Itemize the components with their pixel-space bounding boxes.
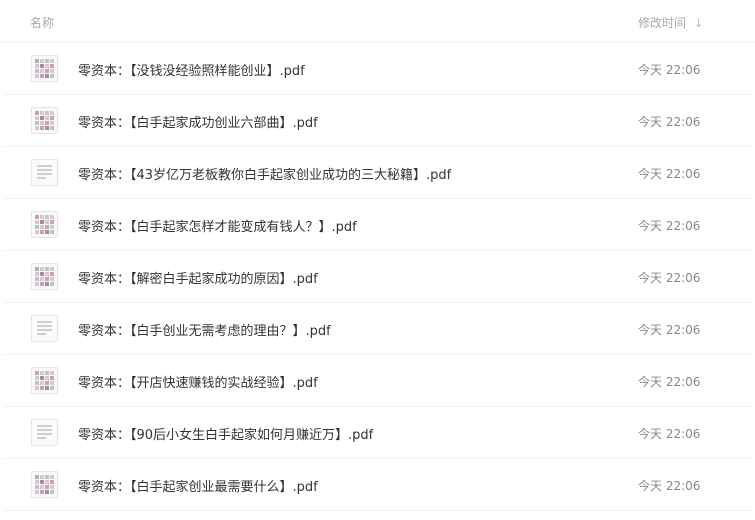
file-modified-time: 今天 22:06 <box>638 375 701 389</box>
file-row[interactable]: 零资本：【白手起家创业最需要什么】.pdf 今天 22:06 <box>4 459 751 511</box>
file-name[interactable]: 零资本：【白手起家成功创业六部曲】.pdf <box>78 112 318 131</box>
pdf-thumbnail-icon[interactable] <box>31 107 58 134</box>
file-name[interactable]: 零资本：【解密白手起家成功的原因】.pdf <box>78 268 318 287</box>
pdf-thumbnail-icon[interactable] <box>31 367 58 394</box>
pdf-thumbnail-icon[interactable] <box>31 263 58 290</box>
file-name[interactable]: 零资本：【90后小女生白手起家如何月赚近万】.pdf <box>78 424 373 443</box>
file-row[interactable]: 零资本：【白手起家成功创业六部曲】.pdf 今天 22:06 <box>4 95 751 147</box>
file-modified-time: 今天 22:06 <box>638 115 701 129</box>
file-modified-time: 今天 22:06 <box>638 271 701 285</box>
file-row[interactable]: 零资本：【白手创业无需考虑的理由？】.pdf 今天 22:06 <box>4 303 751 355</box>
file-list: 名称 修改时间 ↓ 零资本：【没钱没经验照样能创业】.pdf 今天 22:06 零资本… <box>0 0 755 520</box>
file-modified-time: 今天 22:06 <box>638 63 701 77</box>
list-header: 名称 修改时间 ↓ <box>0 0 755 43</box>
file-name[interactable]: 零资本：【开店快速赚钱的实战经验】.pdf <box>78 372 318 391</box>
file-modified-time: 今天 22:06 <box>638 167 701 181</box>
pdf-thumbnail-icon[interactable] <box>31 419 58 446</box>
modified-time-label: 修改时间 <box>638 16 687 30</box>
sort-arrow-down-icon[interactable]: ↓ <box>694 17 703 30</box>
file-name[interactable]: 零资本：【43岁亿万老板教你白手起家创业成功的三大秘籍】.pdf <box>78 164 451 183</box>
pdf-thumbnail-icon[interactable] <box>31 471 58 498</box>
file-modified-time: 今天 22:06 <box>638 323 701 337</box>
file-row[interactable]: 零资本：【开店快速赚钱的实战经验】.pdf 今天 22:06 <box>4 355 751 407</box>
file-modified-time: 今天 22:06 <box>638 479 701 493</box>
pdf-thumbnail-icon[interactable] <box>31 315 58 342</box>
file-modified-time: 今天 22:06 <box>638 219 701 233</box>
file-row[interactable]: 零资本：【白手起家怎样才能变成有钱人？】.pdf 今天 22:06 <box>4 199 751 251</box>
file-row[interactable]: 零资本：【90后小女生白手起家如何月赚近万】.pdf 今天 22:06 <box>4 407 751 459</box>
file-name[interactable]: 零资本：【没钱没经验照样能创业】.pdf <box>78 60 305 79</box>
pdf-thumbnail-icon[interactable] <box>31 159 58 186</box>
file-modified-time: 今天 22:06 <box>638 427 701 441</box>
file-rows: 零资本：【没钱没经验照样能创业】.pdf 今天 22:06 零资本：【白手起家成功创… <box>0 43 755 511</box>
file-name[interactable]: 零资本：【白手起家创业最需要什么】.pdf <box>78 476 318 495</box>
pdf-thumbnail-icon[interactable] <box>31 211 58 238</box>
file-row[interactable]: 零资本：【没钱没经验照样能创业】.pdf 今天 22:06 <box>4 43 751 95</box>
pdf-thumbnail-icon[interactable] <box>31 55 58 82</box>
file-name[interactable]: 零资本：【白手创业无需考虑的理由？】.pdf <box>78 320 331 339</box>
modified-time-column-header[interactable]: 修改时间 ↓ <box>638 14 703 31</box>
file-row[interactable]: 零资本：【43岁亿万老板教你白手起家创业成功的三大秘籍】.pdf 今天 22:06 <box>4 147 751 199</box>
file-name[interactable]: 零资本：【白手起家怎样才能变成有钱人？】.pdf <box>78 216 357 235</box>
file-row[interactable]: 零资本：【解密白手起家成功的原因】.pdf 今天 22:06 <box>4 251 751 303</box>
name-column-header[interactable]: 名称 <box>30 14 54 31</box>
